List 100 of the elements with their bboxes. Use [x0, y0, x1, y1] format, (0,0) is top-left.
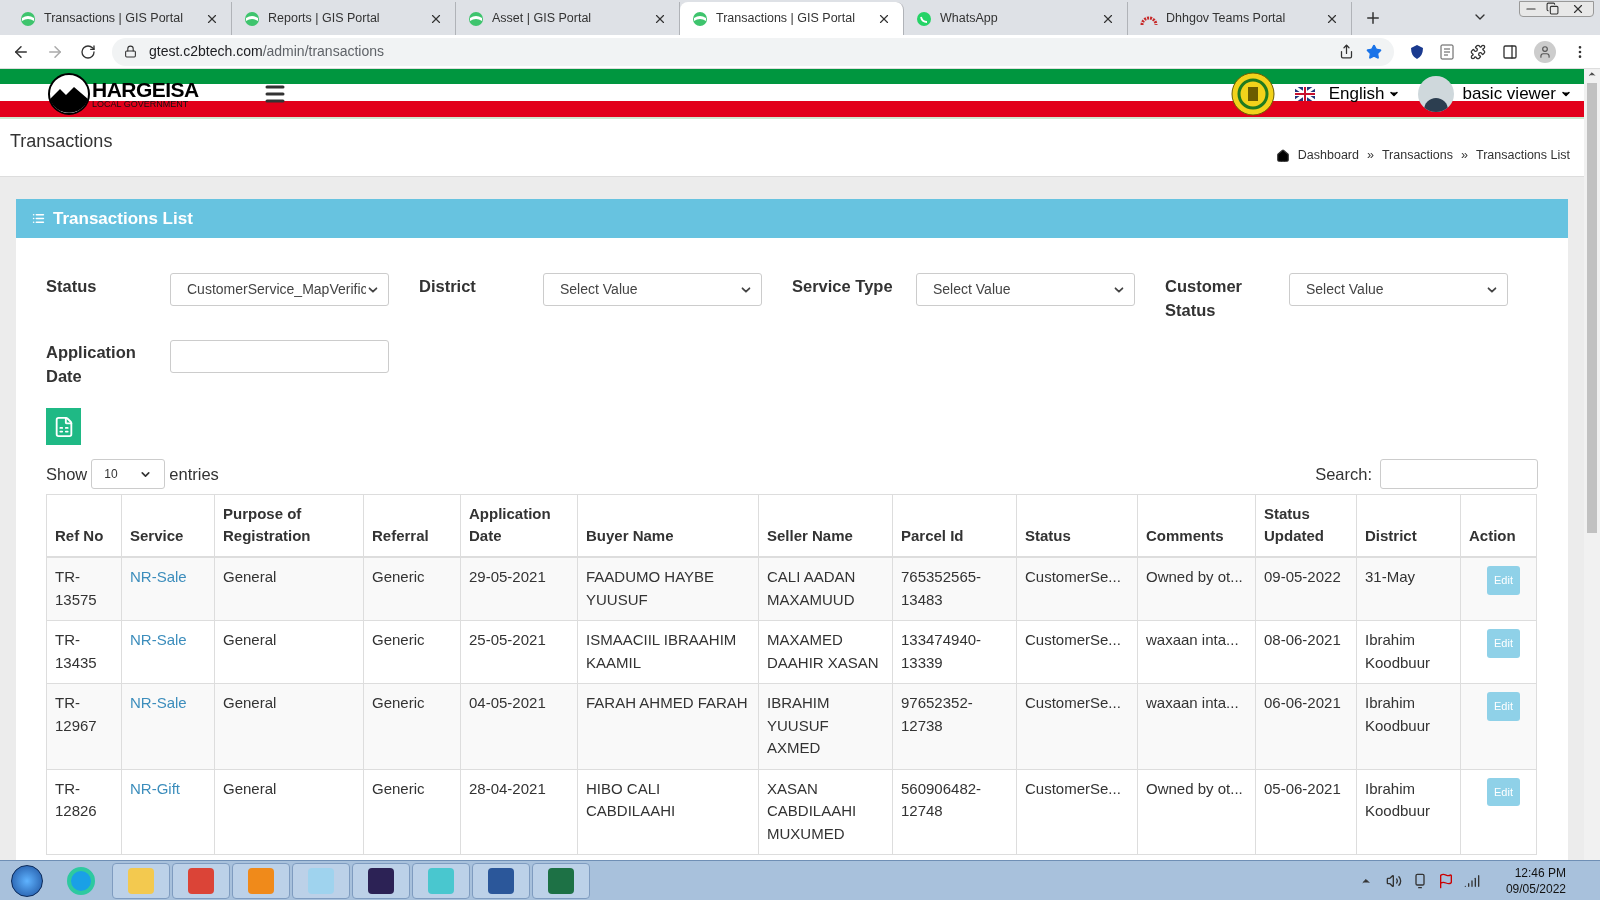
- tab-title: Dhhgov Teams Portal: [1166, 10, 1287, 28]
- table-cell: Generic: [372, 568, 425, 585]
- date-field[interactable]: [170, 340, 389, 373]
- table-cell-text: TR-13575: [55, 567, 98, 610]
- side-panel-icon[interactable]: [1502, 43, 1518, 60]
- column-header: Seller Name: [767, 527, 853, 544]
- clock-time[interactable]: 12:46 PM: [1514, 864, 1566, 881]
- table-cell-text: 560906482-12748: [901, 778, 983, 821]
- globe-icon: [692, 10, 708, 27]
- table-cell-text: 97652352-12738: [901, 693, 974, 736]
- table-cell: IBRAHIM YUUSUF AXMED: [767, 694, 830, 756]
- reload-icon[interactable]: [80, 43, 96, 60]
- filter-label: Status: [46, 276, 98, 297]
- select-field[interactable]: Select Value: [543, 273, 762, 306]
- table-cell: 29-05-2021: [469, 568, 546, 585]
- table-cell: CALI AADAN MAXAMUUD: [767, 568, 856, 608]
- filter-label: District: [419, 276, 477, 297]
- table-cell: 04-05-2021: [469, 694, 546, 711]
- close-window-icon[interactable]: [1571, 2, 1585, 16]
- table-cell: CustomerSe...: [1025, 694, 1121, 711]
- table-cell: Ibrahim Koodbuur: [1365, 631, 1431, 671]
- bookmark-star-icon[interactable]: [1366, 43, 1382, 60]
- table-cell: Owned by ot...: [1146, 568, 1243, 585]
- table-cell: CustomerSe...: [1025, 568, 1121, 585]
- signal-icon[interactable]: [1463, 872, 1480, 889]
- table-cell-text: 133474940-13339: [901, 630, 983, 673]
- table-cell: waxaan inta...: [1146, 694, 1239, 711]
- chat-bubble-icon: [916, 10, 932, 27]
- table-cell: General: [223, 779, 277, 797]
- table-cell: 05-06-2021: [1264, 779, 1341, 797]
- show-label: Show: [46, 463, 88, 485]
- table-cell: Generic: [372, 779, 425, 797]
- breadcrumb-separator: »: [1366, 147, 1374, 165]
- search-label: Search:: [1315, 463, 1372, 485]
- service-link[interactable]: NR-Sale: [130, 694, 187, 711]
- table-cell: Generic: [372, 631, 425, 648]
- select-field[interactable]: Select Value: [1289, 273, 1508, 306]
- table-cell: FARAH AHMED FARAH: [586, 694, 748, 711]
- table-cell-text: TR-12967: [55, 693, 98, 736]
- table-cell: XASAN CABDILAAHI MUXUMED: [767, 779, 857, 842]
- tab-title: Reports | GIS Portal: [268, 10, 381, 28]
- table-cell: General: [223, 568, 277, 585]
- column-header: Purpose of Registration: [223, 505, 311, 544]
- service-link[interactable]: NR-Sale: [130, 631, 187, 648]
- table-cell: Ibrahim Koodbuur: [1365, 694, 1431, 734]
- select-field[interactable]: Select Value: [916, 273, 1135, 306]
- column-header: Status: [1025, 527, 1071, 544]
- table-cell: 08-06-2021: [1264, 631, 1341, 648]
- column-header: Referral: [372, 527, 429, 544]
- browser-tab[interactable]: Transactions | GIS Portal: [680, 2, 904, 35]
- user-dropdown[interactable]: basic viewer: [1462, 81, 1572, 107]
- column-header: Comments: [1146, 527, 1224, 544]
- table-cell: CustomerSe...: [1025, 631, 1121, 648]
- table-cell: MAXAMED DAAHIR XASAN: [767, 631, 879, 671]
- table-cell: CustomerSe...: [1025, 779, 1121, 797]
- shield-icon[interactable]: [1410, 43, 1424, 60]
- address-bar[interactable]: gtest.c2btech.com/admin/transactions: [112, 37, 1394, 66]
- table-cell: Ibrahim Koodbuur: [1365, 779, 1431, 819]
- new-tab-icon[interactable]: [1364, 9, 1382, 27]
- filter-label: Customer Status: [1165, 276, 1243, 321]
- profile-icon[interactable]: [1534, 40, 1556, 63]
- column-header: Status Updated: [1264, 505, 1324, 544]
- language-dropdown[interactable]: English: [1328, 81, 1401, 107]
- brand-subtitle: LOCAL GOVERNMENT: [92, 100, 190, 109]
- restore-icon[interactable]: [1546, 2, 1559, 15]
- column-header: Ref No: [55, 527, 104, 544]
- table-cell: General: [223, 631, 277, 648]
- table-cell: 09-05-2022: [1264, 568, 1341, 585]
- column-header: Service: [130, 527, 184, 544]
- breadcrumb-link[interactable]: Transactions: [1381, 146, 1453, 165]
- clock-date[interactable]: 09/05/2022: [1505, 880, 1566, 897]
- breadcrumb-link[interactable]: Dashboard: [1297, 146, 1359, 165]
- brand-name: HARGEISA: [92, 79, 199, 100]
- breadcrumb-separator: »: [1461, 147, 1468, 165]
- extensions-icon[interactable]: [1470, 43, 1486, 60]
- scroll-up-icon[interactable]: [1587, 69, 1597, 79]
- entries-select[interactable]: 10: [91, 459, 166, 489]
- search-field[interactable]: [1380, 459, 1538, 489]
- table-cell-text: 765352565-13483: [901, 567, 983, 610]
- column-header: Parcel Id: [901, 527, 964, 544]
- share-icon[interactable]: [1339, 44, 1354, 59]
- globe-icon: [468, 10, 484, 27]
- breadcrumb-link[interactable]: Transactions List: [1475, 146, 1570, 165]
- table-cell: FAADUMO HAYBE YUUSUF: [586, 568, 715, 608]
- table-cell: General: [223, 694, 277, 711]
- card-title: Transactions List: [53, 207, 193, 230]
- home-icon: [1275, 148, 1290, 163]
- filter-label: Service Type: [792, 276, 894, 297]
- page-title: Transactions: [10, 130, 113, 153]
- service-link[interactable]: NR-Sale: [130, 568, 187, 585]
- table-cell: HIBO CALI CABDILAAHI: [586, 779, 676, 819]
- tab-title: Transactions | GIS Portal: [44, 10, 184, 28]
- column-header: Buyer Name: [586, 527, 674, 544]
- clipboard-icon[interactable]: [1440, 43, 1454, 60]
- table-cell: waxaan inta...: [1146, 631, 1239, 648]
- table-cell: 06-06-2021: [1264, 694, 1341, 711]
- scrollbar[interactable]: [1584, 69, 1600, 860]
- table-cell-text: TR-13435: [55, 630, 98, 673]
- service-link[interactable]: NR-Gift: [130, 779, 180, 797]
- column-header: Application Date: [469, 505, 551, 544]
